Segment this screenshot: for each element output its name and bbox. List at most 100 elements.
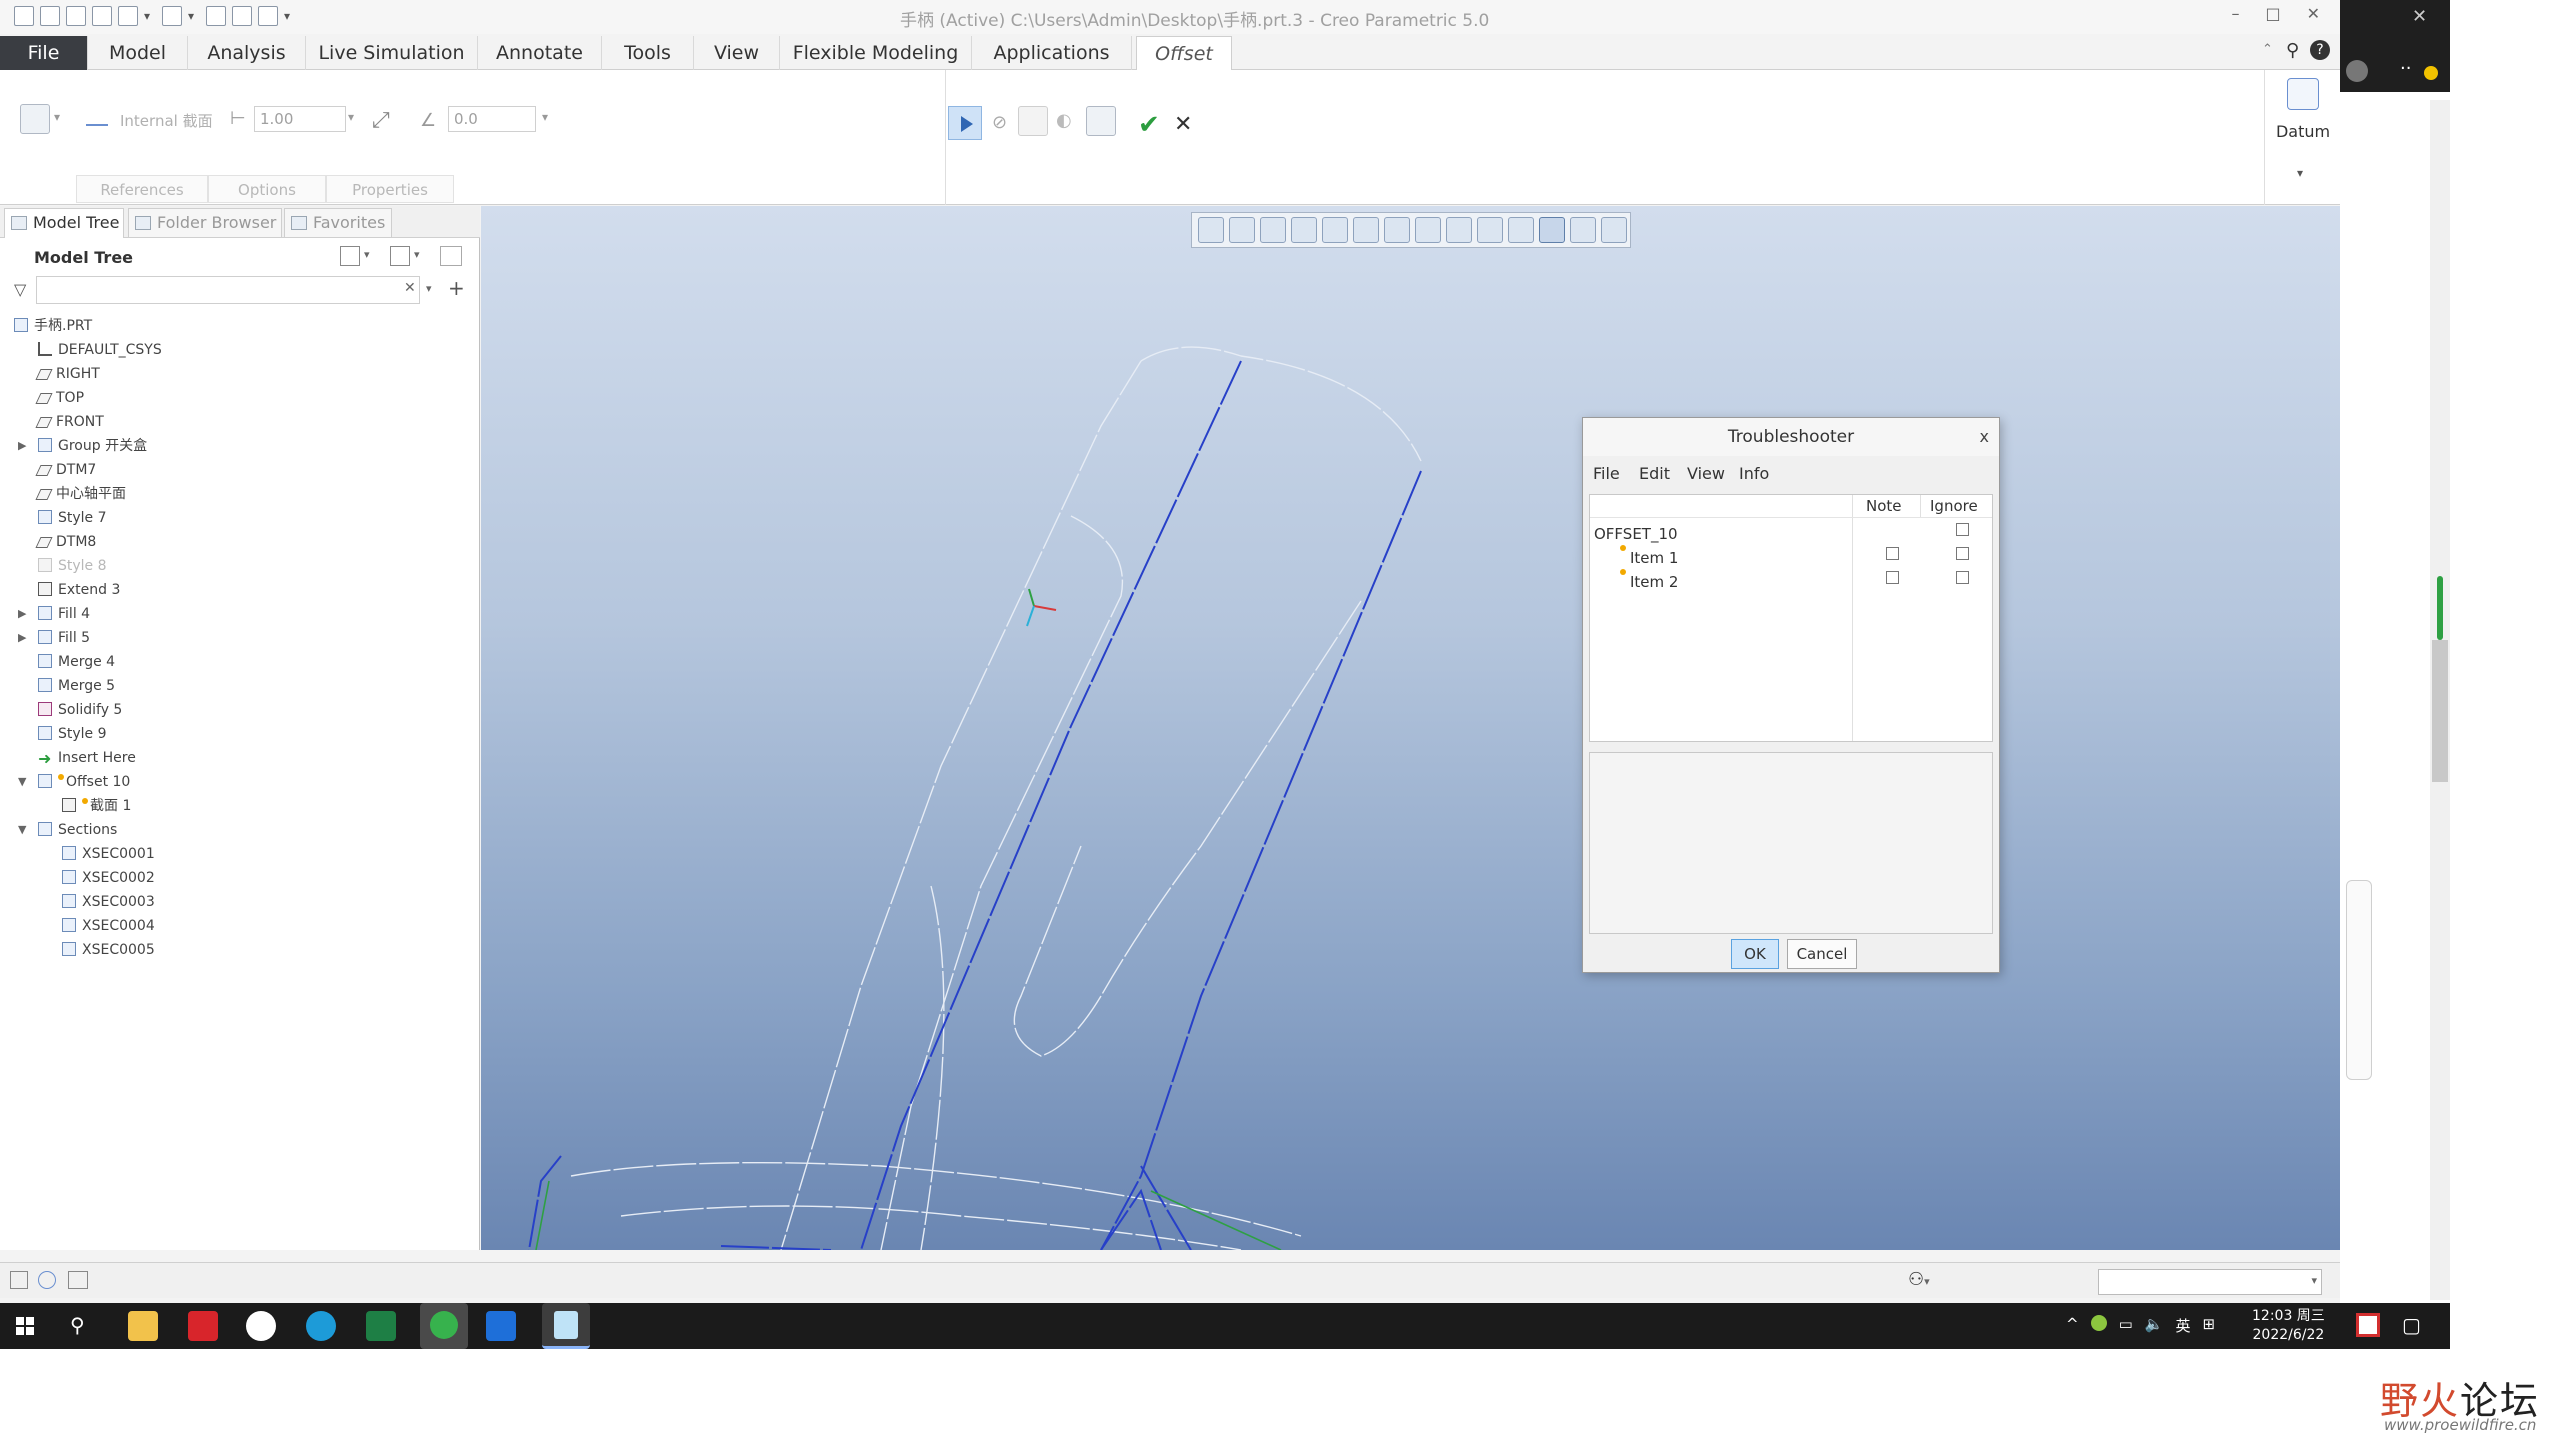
edge-icon[interactable] <box>306 1311 336 1341</box>
tab-annotate[interactable]: Annotate <box>478 36 602 70</box>
avatar[interactable] <box>2346 60 2368 82</box>
graphics-window[interactable]: Troubleshooter x File Edit View Info Not… <box>481 206 2340 1250</box>
tab-folder-browser[interactable]: Folder Browser <box>128 208 282 238</box>
tree-item-group[interactable]: Group 开关盒 <box>38 434 147 458</box>
maximize-button[interactable]: □ <box>2265 4 2280 23</box>
angle-input[interactable]: 0.0 <box>448 106 536 132</box>
side-panel-handle[interactable] <box>2346 880 2372 1080</box>
scrollbar-thumb[interactable] <box>2432 640 2448 782</box>
full-screen-icon[interactable] <box>68 1271 88 1289</box>
tree-item-insert-here[interactable]: ➜ Insert Here <box>38 746 136 770</box>
tab-file[interactable]: File <box>0 36 88 70</box>
offset-type-dropdown-icon[interactable]: ▾ <box>54 110 60 124</box>
filter-dropdown-icon[interactable]: ▾ <box>2311 1274 2317 1287</box>
wechat-taskbar-button[interactable] <box>420 1303 468 1349</box>
tree-item-offset10[interactable]: Offset 10 <box>38 770 130 794</box>
redo-icon[interactable] <box>162 6 182 26</box>
tree-item-solidify5[interactable]: Solidify 5 <box>38 698 122 722</box>
tab-tools[interactable]: Tools <box>602 36 694 70</box>
tree-item-xsec0003[interactable]: XSEC0003 <box>62 890 155 914</box>
tab-flexible-modeling[interactable]: Flexible Modeling <box>780 36 972 70</box>
tree-item-fill4[interactable]: Fill 4 <box>38 602 90 626</box>
zoom-out-icon[interactable] <box>1260 217 1286 243</box>
annotation-display-icon[interactable] <box>1477 217 1503 243</box>
ignore-checkbox[interactable] <box>1956 571 1969 584</box>
collapse-icon[interactable]: ▼ <box>18 770 26 794</box>
pause-icon[interactable]: ⊘ <box>992 112 1007 133</box>
offset-type-icon[interactable] <box>20 104 50 134</box>
row-item2[interactable]: Item 2 <box>1630 573 1678 591</box>
tree-item-xsec0005[interactable]: XSEC0005 <box>62 938 155 962</box>
row-offset10[interactable]: OFFSET_10 <box>1594 525 1678 543</box>
tray-overflow-icon[interactable]: ^ <box>2066 1315 2079 1336</box>
volume-icon[interactable]: 🔈 <box>2145 1315 2164 1336</box>
tree-item-sections[interactable]: Sections <box>38 818 117 842</box>
customize-toolbar-icon[interactable]: ▾ <box>284 6 296 26</box>
tree-item-front[interactable]: FRONT <box>35 410 104 434</box>
row-item1[interactable]: Item 1 <box>1630 549 1678 567</box>
close-button[interactable]: ✕ <box>2307 4 2320 23</box>
tab-applications[interactable]: Applications <box>972 36 1132 70</box>
navigator-toggle-icon[interactable] <box>10 1271 28 1289</box>
cancel-button[interactable]: Cancel <box>1787 939 1857 969</box>
tree-item-root[interactable]: 手柄.PRT <box>14 314 92 338</box>
browser-toggle-icon[interactable] <box>38 1271 56 1289</box>
file-explorer-icon[interactable] <box>128 1311 158 1341</box>
preview-icon[interactable] <box>1018 106 1048 136</box>
repaint-icon[interactable] <box>1291 217 1317 243</box>
tab-model[interactable]: Model <box>88 36 188 70</box>
subtab-properties[interactable]: Properties <box>326 175 454 203</box>
tree-item-style8[interactable]: Style 8 <box>38 554 107 578</box>
clock[interactable]: 12:03 周三 2022/6/22 <box>2252 1307 2325 1345</box>
ignore-checkbox[interactable] <box>1956 523 1969 536</box>
tab-model-tree[interactable]: Model Tree <box>4 208 124 238</box>
datum-display-icon[interactable] <box>1446 217 1472 243</box>
section-type-label[interactable]: Internal 截面 <box>120 110 213 131</box>
undo-dropdown-icon[interactable]: ▾ <box>144 6 156 26</box>
more-options-icon[interactable]: ·· <box>2400 58 2411 79</box>
network-icon[interactable]: ▭ <box>2119 1315 2133 1336</box>
tree-item-xsec0004[interactable]: XSEC0004 <box>62 914 155 938</box>
tab-analysis[interactable]: Analysis <box>188 36 306 70</box>
tree-item-merge4[interactable]: Merge 4 <box>38 650 115 674</box>
perspective-icon[interactable] <box>1415 217 1441 243</box>
add-filter-icon[interactable]: + <box>448 276 465 300</box>
tree-item-top[interactable]: TOP <box>35 386 84 410</box>
menu-edit[interactable]: Edit <box>1639 464 1670 483</box>
dialog-close-button[interactable]: x <box>1980 418 1989 456</box>
selection-filter-select[interactable]: ▾ <box>2098 1269 2322 1295</box>
verify-icon[interactable]: ◐ <box>1056 110 1072 131</box>
tree-item-default-csys[interactable]: DEFAULT_CSYS <box>38 338 162 362</box>
app-icon[interactable] <box>14 6 34 26</box>
search-icon[interactable]: ⚲ <box>70 1313 85 1337</box>
notification-app-icon[interactable] <box>2356 1313 2380 1337</box>
app-icon[interactable] <box>486 1311 516 1341</box>
pause-animation-icon[interactable] <box>1601 217 1627 243</box>
regenerate-icon[interactable] <box>206 6 226 26</box>
tree-item-right[interactable]: RIGHT <box>35 362 100 386</box>
tree-item-center-plane[interactable]: 中心轴平面 <box>35 482 126 506</box>
tree-item-section1[interactable]: 截面 1 <box>62 794 131 818</box>
view-manager-icon[interactable] <box>1384 217 1410 243</box>
browser-icon[interactable] <box>246 1311 276 1341</box>
start-icon[interactable] <box>16 1317 34 1335</box>
note-checkbox[interactable] <box>1886 547 1899 560</box>
tree-item-extend3[interactable]: Extend 3 <box>38 578 120 602</box>
show-dropdown-icon[interactable]: ▾ <box>414 248 420 261</box>
datum-label[interactable]: Datum <box>2265 122 2341 141</box>
help-icon[interactable]: ? <box>2310 40 2330 60</box>
tree-item-style9[interactable]: Style 9 <box>38 722 107 746</box>
expand-icon[interactable]: ▶ <box>18 626 26 650</box>
show-icon[interactable] <box>390 246 410 266</box>
tree-item-dtm8[interactable]: DTM8 <box>35 530 96 554</box>
undo-icon[interactable] <box>118 6 138 26</box>
creo-taskbar-button[interactable] <box>542 1303 590 1349</box>
ok-check-icon[interactable]: ✔ <box>1138 110 1160 140</box>
collapse-ribbon-icon[interactable]: ⌃ <box>2262 42 2273 57</box>
open-file-icon[interactable] <box>66 6 86 26</box>
datum-dropdown-icon[interactable]: ▾ <box>2297 166 2303 180</box>
tree-item-style7[interactable]: Style 7 <box>38 506 107 530</box>
saved-orientations-icon[interactable] <box>1353 217 1379 243</box>
tray-app-icon[interactable] <box>2090 1315 2107 1331</box>
tab-view[interactable]: View <box>694 36 780 70</box>
